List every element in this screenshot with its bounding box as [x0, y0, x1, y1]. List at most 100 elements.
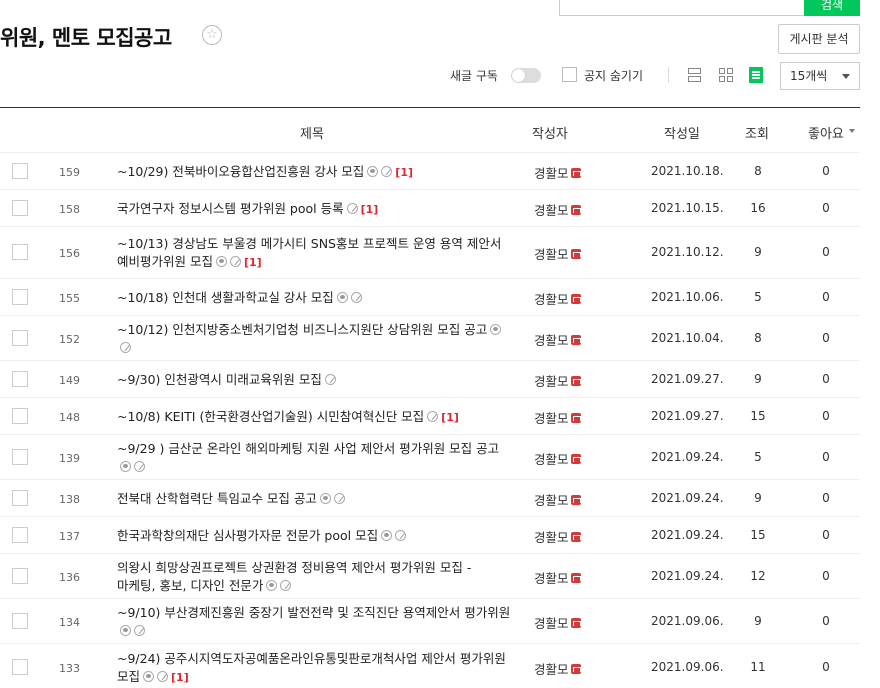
post-title-text[interactable]: ~10/29) 전북바이오융합산업진흥원 강사 모집 — [117, 164, 364, 179]
like-count: 0 — [822, 163, 830, 178]
post-author[interactable]: 경활모 — [534, 568, 581, 587]
comment-count[interactable]: [1] — [395, 166, 413, 179]
post-author[interactable]: 경활모 — [534, 527, 581, 546]
post-title-link[interactable]: 전북대 산학협력단 특임교수 모집 공고 — [117, 490, 512, 508]
hide-notice-checkbox[interactable] — [562, 67, 577, 82]
post-title-link[interactable]: ~9/30) 인천광역시 미래교육위원 모집 — [117, 371, 512, 389]
image-attachment-icon — [367, 165, 379, 177]
post-author[interactable]: 경활모 — [534, 449, 581, 468]
page-size-value: 15개씩 — [790, 69, 828, 83]
view-count: 16 — [750, 200, 766, 215]
post-author[interactable]: 경활모 — [534, 659, 581, 678]
post-author[interactable]: 경활모 — [534, 613, 581, 632]
board-analysis-button[interactable]: 게시판 분석 — [778, 24, 860, 54]
list-view-icon[interactable] — [687, 66, 703, 84]
post-title-link[interactable]: 한국과학창의재단 심사평가자문 전문가 pool 모집 — [117, 527, 512, 545]
post-title-link[interactable]: ~9/10) 부산경제진흥원 중장기 발전전략 및 조직진단 용역제안서 평가위… — [117, 604, 512, 640]
row-checkbox[interactable] — [12, 448, 28, 465]
subscribe-toggle[interactable] — [511, 68, 541, 83]
author-name[interactable]: 경활모 — [534, 452, 569, 467]
post-date: 2021.10.04. — [651, 330, 724, 345]
post-title-text[interactable]: ~10/13) 경상남도 부울경 메가시티 SNS홍보 프로젝트 운영 용역 제… — [117, 236, 501, 269]
row-checkbox[interactable] — [12, 162, 28, 179]
post-author[interactable]: 경활모 — [534, 330, 581, 349]
row-checkbox[interactable] — [12, 612, 28, 629]
author-name[interactable]: 경활모 — [534, 530, 569, 545]
post-title-text[interactable]: 전북대 산학협력단 특임교수 모집 공고 — [117, 491, 317, 506]
post-title-text[interactable]: ~10/18) 인천대 생활과학교실 강사 모집 — [117, 290, 334, 305]
author-name[interactable]: 경활모 — [534, 662, 569, 677]
post-title-link[interactable]: ~10/8) KEITI (한국환경산업기술원) 시민참여혁신단 모집 [1] — [117, 408, 512, 427]
row-checkbox[interactable] — [12, 370, 28, 387]
post-title-text[interactable]: 의왕시 희망상권프로젝트 상권환경 정비용역 제안서 평가위원 모집 - 마케팅… — [117, 560, 471, 593]
comment-count[interactable]: [1] — [441, 411, 459, 424]
view-count: 8 — [754, 330, 762, 345]
post-title-link[interactable]: ~10/13) 경상남도 부울경 메가시티 SNS홍보 프로젝트 운영 용역 제… — [117, 235, 512, 272]
author-name[interactable]: 경활모 — [534, 203, 569, 218]
post-title-text[interactable]: 국가연구자 정보시스템 평가위원 pool 등록 — [117, 201, 344, 216]
post-title-text[interactable]: 한국과학창의재단 심사평가자문 전문가 pool 모집 — [117, 528, 378, 543]
author-name[interactable]: 경활모 — [534, 374, 569, 389]
row-checkbox[interactable] — [12, 489, 28, 506]
column-likes-sort[interactable]: 좋아요 — [808, 123, 855, 142]
post-title-text[interactable]: ~9/29 ) 금산군 온라인 해외마케팅 지원 사업 제안서 평가위원 모집 … — [117, 441, 499, 456]
author-name[interactable]: 경활모 — [534, 333, 569, 348]
post-number: 158 — [59, 202, 80, 216]
post-author[interactable]: 경활모 — [534, 163, 581, 182]
post-title-link[interactable]: 의왕시 희망상권프로젝트 상권환경 정비용역 제안서 평가위원 모집 - 마케팅… — [117, 559, 512, 595]
post-author[interactable]: 경활모 — [534, 244, 581, 263]
post-number: 137 — [59, 529, 80, 543]
table-row: 133 ~9/24) 공주시지역도자공예품온라인유통및판로개척사업 제안서 평가위… — [0, 644, 860, 688]
author-name[interactable]: 경활모 — [534, 166, 569, 181]
comment-count[interactable]: [1] — [244, 256, 262, 269]
file-attachment-icon — [229, 256, 241, 267]
row-checkbox[interactable] — [12, 526, 28, 543]
post-title-link[interactable]: ~10/12) 인천지방중소벤처기업청 비즈니스지원단 상담위원 모집 공고 — [117, 321, 512, 357]
author-name[interactable]: 경활모 — [534, 247, 569, 262]
comment-count[interactable]: [1] — [361, 203, 379, 216]
author-name[interactable]: 경활모 — [534, 493, 569, 508]
author-name[interactable]: 경활모 — [534, 571, 569, 586]
post-title-text[interactable]: ~10/12) 인천지방중소벤처기업청 비즈니스지원단 상담위원 모집 공고 — [117, 322, 487, 337]
member-badge-icon — [570, 572, 581, 583]
post-author[interactable]: 경활모 — [534, 490, 581, 509]
hide-notice-label[interactable]: 공지 숨기기 — [584, 67, 643, 84]
like-count: 0 — [822, 527, 830, 542]
post-title-text[interactable]: ~9/30) 인천광역시 미래교육위원 모집 — [117, 372, 322, 387]
post-date: 2021.09.06. — [651, 659, 724, 674]
image-attachment-icon — [143, 670, 155, 682]
member-badge-icon — [570, 494, 581, 505]
post-title-text[interactable]: ~9/10) 부산경제진흥원 중장기 발전전략 및 조직진단 용역제안서 평가위… — [117, 605, 510, 620]
grid-view-icon[interactable] — [718, 66, 734, 84]
row-checkbox[interactable] — [12, 658, 28, 675]
author-name[interactable]: 경활모 — [534, 616, 569, 631]
post-title-text[interactable]: ~10/8) KEITI (한국환경산업기술원) 시민참여혁신단 모집 — [117, 409, 424, 424]
author-name[interactable]: 경활모 — [534, 292, 569, 307]
author-name[interactable]: 경활모 — [534, 411, 569, 426]
row-checkbox[interactable] — [12, 244, 28, 260]
row-checkbox[interactable] — [12, 288, 28, 305]
comment-count[interactable]: [1] — [171, 671, 189, 684]
search-input[interactable] — [559, 0, 805, 16]
post-author[interactable]: 경활모 — [534, 289, 581, 308]
board-view-icon[interactable] — [748, 66, 764, 84]
post-title-link[interactable]: ~9/24) 공주시지역도자공예품온라인유통및판로개척사업 제안서 평가위원 모… — [117, 650, 512, 687]
member-badge-icon — [570, 334, 581, 345]
divider — [668, 67, 669, 83]
star-icon[interactable]: ☆ — [202, 25, 222, 45]
post-title-link[interactable]: ~9/29 ) 금산군 온라인 해외마케팅 지원 사업 제안서 평가위원 모집 … — [117, 440, 512, 476]
post-title-link[interactable]: ~10/18) 인천대 생활과학교실 강사 모집 — [117, 289, 512, 307]
row-checkbox[interactable] — [12, 199, 28, 216]
post-date: 2021.10.18. — [651, 163, 724, 178]
post-title-link[interactable]: 국가연구자 정보시스템 평가위원 pool 등록 [1] — [117, 200, 512, 219]
post-author[interactable]: 경활모 — [534, 371, 581, 390]
post-author[interactable]: 경활모 — [534, 200, 581, 219]
column-views: 조회 — [745, 127, 769, 142]
page-size-select[interactable]: 15개씩 — [780, 62, 860, 90]
post-title-link[interactable]: ~10/29) 전북바이오융합산업진흥원 강사 모집 [1] — [117, 163, 512, 182]
row-checkbox[interactable] — [12, 407, 28, 424]
row-checkbox[interactable] — [12, 567, 28, 584]
search-button[interactable]: 검색 — [804, 0, 860, 16]
post-author[interactable]: 경활모 — [534, 408, 581, 427]
row-checkbox[interactable] — [12, 329, 28, 346]
